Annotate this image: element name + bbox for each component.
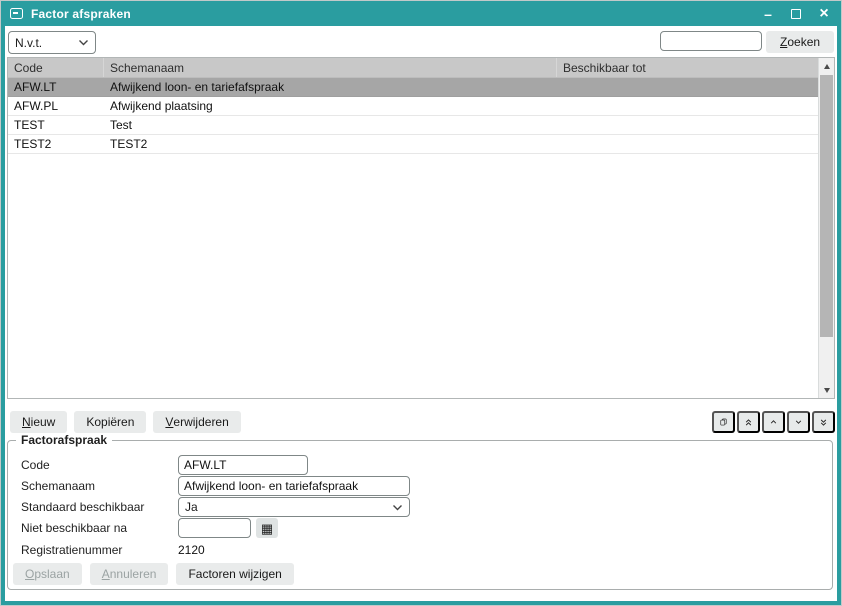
titlebar[interactable]: Factor afspraken – ×	[1, 1, 841, 26]
column-header-schemanaam[interactable]: Schemanaam	[104, 58, 557, 77]
chevron-down-icon	[392, 504, 403, 511]
maximize-icon	[791, 9, 801, 19]
schemanaam-field-row: Schemanaam	[21, 476, 410, 496]
minimize-button[interactable]: –	[760, 6, 776, 22]
date-picker-button[interactable]: ▦	[256, 518, 278, 538]
standaard-beschikbaar-field-row: Standaard beschikbaar Ja	[21, 497, 410, 517]
cell-schemanaam: Test	[104, 116, 557, 134]
cell-schemanaam: TEST2	[104, 135, 557, 153]
table-header: Code Schemanaam Beschikbaar tot	[8, 58, 818, 78]
scroll-down-button[interactable]	[819, 382, 834, 398]
move-down-button[interactable]	[787, 411, 810, 433]
search-input[interactable]	[660, 31, 762, 51]
move-bottom-button[interactable]	[812, 411, 835, 433]
cell-code: AFW.LT	[8, 78, 104, 96]
groupbox-legend: Factorafspraak	[16, 433, 112, 447]
window-content: N.v.t. Zoeken Code Schemanaam Beschikbaa…	[5, 26, 837, 601]
form-buttons: Opslaan Annuleren Factoren wijzigen	[13, 563, 294, 585]
code-label: Code	[21, 458, 178, 472]
form-window-icon	[10, 8, 23, 19]
chevron-up-icon	[770, 418, 777, 426]
cell-beschikbaar-tot	[557, 97, 818, 115]
triangle-up-icon	[824, 64, 830, 69]
close-icon: ×	[819, 6, 828, 22]
factor-afspraken-table: Code Schemanaam Beschikbaar tot AFW.LT A…	[7, 57, 835, 399]
chevron-double-up-icon	[745, 416, 752, 429]
kopieren-button[interactable]: Kopiëren	[74, 411, 146, 433]
copy-row-button[interactable]	[712, 411, 735, 433]
niet-beschikbaar-na-field-row: Niet beschikbaar na ▦	[21, 518, 278, 538]
nieuw-button[interactable]: Nieuw	[10, 411, 67, 433]
search-button[interactable]: Zoeken	[766, 31, 834, 53]
standaard-beschikbaar-select[interactable]: Ja	[178, 497, 410, 517]
code-field[interactable]	[178, 455, 308, 475]
cell-code: AFW.PL	[8, 97, 104, 115]
close-button[interactable]: ×	[816, 6, 832, 22]
column-header-code[interactable]: Code	[8, 58, 104, 77]
standaard-beschikbaar-value: Ja	[185, 500, 198, 514]
cell-beschikbaar-tot	[557, 78, 818, 96]
verwijderen-button[interactable]: Verwijderen	[153, 411, 240, 433]
chevron-down-icon	[78, 39, 89, 46]
code-field-row: Code	[21, 455, 308, 475]
niet-beschikbaar-na-field[interactable]	[178, 518, 251, 538]
cell-code: TEST2	[8, 135, 104, 153]
row-move-actions	[712, 411, 835, 433]
factor-afspraken-window: Factor afspraken – × N.v.t. Zoeken Code …	[0, 0, 842, 606]
minimize-icon: –	[764, 7, 772, 21]
list-actions: Nieuw Kopiëren Verwijderen	[10, 411, 241, 433]
registratienummer-row: Registratienummer 2120	[21, 540, 205, 560]
chevron-down-icon	[795, 418, 802, 426]
window-title: Factor afspraken	[31, 7, 131, 21]
schemanaam-field[interactable]	[178, 476, 410, 496]
filter-dropdown-value: N.v.t.	[15, 36, 42, 50]
opslaan-button[interactable]: Opslaan	[13, 563, 82, 585]
move-up-button[interactable]	[762, 411, 785, 433]
move-top-button[interactable]	[737, 411, 760, 433]
copy-icon	[720, 415, 727, 429]
table-row[interactable]: TEST Test	[8, 116, 818, 135]
maximize-button[interactable]	[788, 6, 804, 22]
cell-schemanaam: Afwijkend loon- en tariefafspraak	[104, 78, 557, 96]
triangle-down-icon	[824, 388, 830, 393]
table-row[interactable]: AFW.LT Afwijkend loon- en tariefafspraak	[8, 78, 818, 97]
schemanaam-label: Schemanaam	[21, 479, 178, 493]
column-header-beschikbaar-tot[interactable]: Beschikbaar tot	[557, 58, 818, 77]
standaard-beschikbaar-label: Standaard beschikbaar	[21, 500, 178, 514]
table-row[interactable]: AFW.PL Afwijkend plaatsing	[8, 97, 818, 116]
vertical-scrollbar[interactable]	[818, 58, 834, 398]
scroll-up-button[interactable]	[819, 58, 834, 74]
filter-dropdown[interactable]: N.v.t.	[8, 31, 96, 54]
annuleren-button[interactable]: Annuleren	[90, 563, 169, 585]
registratienummer-label: Registratienummer	[21, 543, 178, 557]
scrollbar-thumb[interactable]	[820, 75, 833, 337]
calendar-icon: ▦	[261, 522, 273, 535]
niet-beschikbaar-na-label: Niet beschikbaar na	[21, 521, 178, 535]
factorafspraak-groupbox: Factorafspraak Code Schemanaam Standaard…	[7, 440, 833, 590]
registratienummer-value: 2120	[178, 543, 205, 557]
window-controls: – ×	[760, 6, 832, 22]
chevron-double-down-icon	[820, 416, 827, 429]
cell-schemanaam: Afwijkend plaatsing	[104, 97, 557, 115]
cell-beschikbaar-tot	[557, 135, 818, 153]
cell-beschikbaar-tot	[557, 116, 818, 134]
table-row[interactable]: TEST2 TEST2	[8, 135, 818, 154]
cell-code: TEST	[8, 116, 104, 134]
factoren-wijzigen-button[interactable]: Factoren wijzigen	[176, 563, 293, 585]
table-main: Code Schemanaam Beschikbaar tot AFW.LT A…	[8, 58, 818, 398]
